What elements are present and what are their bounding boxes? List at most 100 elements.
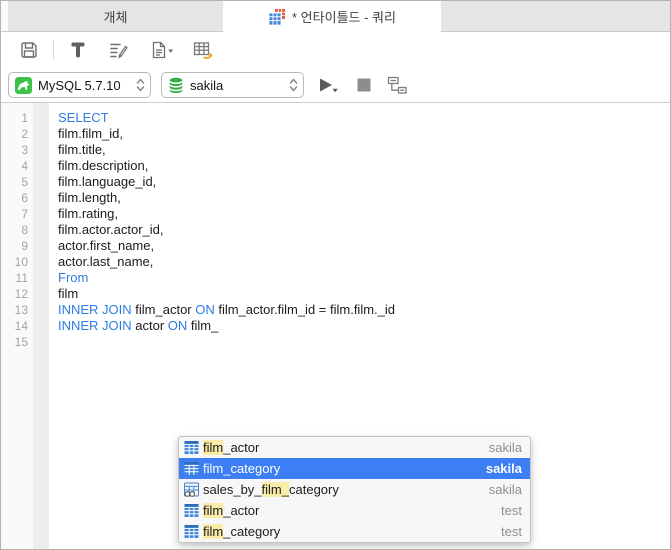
sql-text: actor: [131, 318, 168, 333]
match-highlight: film: [203, 503, 224, 518]
save-icon: [21, 42, 37, 58]
query-builder-button[interactable]: [62, 37, 94, 63]
code-line[interactable]: film.rating,: [58, 206, 670, 222]
line-number: 10: [14, 255, 28, 269]
autocomplete-item[interactable]: film_category test: [179, 521, 530, 542]
code-line[interactable]: SELECT: [58, 110, 670, 126]
sql-text: film: [58, 286, 79, 301]
dropdown-caret-icon: [168, 49, 174, 53]
autocomplete-item-database: sakila: [488, 440, 522, 455]
query-builder-icon: [71, 42, 85, 58]
stepper-icon: [136, 77, 145, 93]
beautify-sql-button[interactable]: [102, 37, 135, 63]
tab-objects[interactable]: 개체: [8, 1, 224, 31]
mysql-icon: [15, 76, 32, 94]
code-line[interactable]: [58, 334, 670, 350]
sql-keyword: INNER JOIN: [58, 302, 132, 317]
sql-text: film.description,: [58, 158, 149, 173]
fold-gutter: [33, 103, 49, 549]
explain-button[interactable]: [387, 76, 407, 95]
tab-query-label: * 언타이틀드 - 쿼리: [292, 10, 396, 25]
code-line[interactable]: film.length,: [58, 190, 670, 206]
table-icon: [184, 461, 199, 476]
toolbar-divider: [53, 40, 54, 60]
sql-text: film.rating,: [58, 206, 118, 221]
code-line[interactable]: film: [58, 286, 670, 302]
sql-text: film.length,: [58, 190, 121, 205]
autocomplete-item-database: test: [501, 524, 522, 539]
table-icon: [184, 441, 199, 454]
table-icon: [184, 524, 199, 539]
sql-keyword: From: [58, 270, 89, 285]
export-document-icon: [152, 41, 174, 59]
code-line[interactable]: actor.last_name,: [58, 254, 670, 270]
connection-select[interactable]: MySQL 5.7.10: [8, 72, 151, 98]
sql-text: film.language_id,: [58, 174, 157, 189]
match-highlight: film: [203, 440, 224, 455]
match-highlight: film: [203, 461, 224, 476]
line-number: 13: [14, 303, 28, 317]
toolbar: [1, 32, 670, 68]
tab-bar: 개체 * 언타이틀드 - 쿼리: [1, 1, 670, 32]
table-transfer-icon: [193, 42, 213, 60]
line-number: 2: [21, 127, 28, 141]
code-line[interactable]: film.title,: [58, 142, 670, 158]
run-query-button[interactable]: [317, 77, 339, 94]
code-line[interactable]: actor.first_name,: [58, 238, 670, 254]
code-line[interactable]: From: [58, 270, 670, 286]
line-number: 3: [21, 143, 28, 157]
code-line[interactable]: INNER JOIN actor ON film_: [58, 318, 670, 334]
save-button[interactable]: [13, 37, 45, 63]
view-icon: [184, 482, 199, 497]
table-icon: [184, 504, 199, 517]
line-number: 4: [21, 159, 28, 173]
autocomplete-item[interactable]: film_actor sakila: [179, 437, 530, 458]
match-highlight: film: [203, 524, 224, 539]
autocomplete-item-name: sales_by_film_category: [203, 482, 339, 497]
table-icon: [184, 525, 199, 538]
autocomplete-item-name: film_category: [203, 524, 281, 539]
line-number: 1: [21, 111, 28, 125]
sql-text: actor.first_name,: [58, 238, 155, 253]
sql-text: actor.last_name,: [58, 254, 154, 269]
code-line[interactable]: INNER JOIN film_actor ON film_actor.film…: [58, 302, 670, 318]
stop-query-button[interactable]: [357, 78, 371, 92]
autocomplete-item-database: sakila: [485, 461, 522, 476]
autocomplete-item[interactable]: film_category sakila: [179, 458, 530, 479]
line-number: 7: [21, 207, 28, 221]
code-line[interactable]: film.description,: [58, 158, 670, 174]
beautify-sql-icon: [110, 43, 128, 59]
sql-text: film.title,: [58, 142, 106, 157]
autocomplete-item-name: film_actor: [203, 440, 260, 455]
connection-select-value: MySQL 5.7.10: [38, 77, 121, 93]
line-number: 11: [15, 271, 28, 285]
view-icon: [184, 482, 199, 497]
code-line[interactable]: film.language_id,: [58, 174, 670, 190]
sql-keyword: SELECT: [58, 110, 109, 125]
autocomplete-item[interactable]: film_actor test: [179, 500, 530, 521]
table-icon: [184, 462, 199, 475]
explain-icon: [387, 76, 407, 94]
tab-query[interactable]: * 언타이틀드 - 쿼리: [223, 1, 441, 32]
query-actions: [317, 76, 407, 95]
stop-icon: [357, 78, 371, 92]
autocomplete-item[interactable]: sales_by_film_category sakila: [179, 479, 530, 500]
query-tool-window: 개체 * 언타이틀드 - 쿼리 MySQL 5.7.10 sakila 1 2 …: [0, 0, 671, 550]
code-line[interactable]: film.actor.actor_id,: [58, 222, 670, 238]
database-select[interactable]: sakila: [161, 72, 304, 98]
sql-editor[interactable]: 1 2 3 4 5 6 7 8 9 10 11 12 13 14 15 SELECT film.film_id…: [1, 103, 670, 549]
query-table-icon: [268, 8, 286, 26]
code-line[interactable]: film.film_id,: [58, 126, 670, 142]
line-number: 15: [14, 335, 28, 349]
database-select-value: sakila: [190, 77, 224, 93]
export-document-button[interactable]: [143, 37, 180, 63]
table-transfer-button[interactable]: [186, 37, 221, 63]
line-number: 5: [21, 175, 28, 189]
run-icon: [320, 78, 338, 92]
line-number: 14: [14, 319, 28, 333]
sql-keyword: ON: [167, 318, 188, 333]
sql-text: film_: [187, 318, 219, 333]
autocomplete-item-database: test: [501, 503, 522, 518]
stepper-icon: [289, 77, 298, 93]
line-number: 8: [21, 223, 28, 237]
